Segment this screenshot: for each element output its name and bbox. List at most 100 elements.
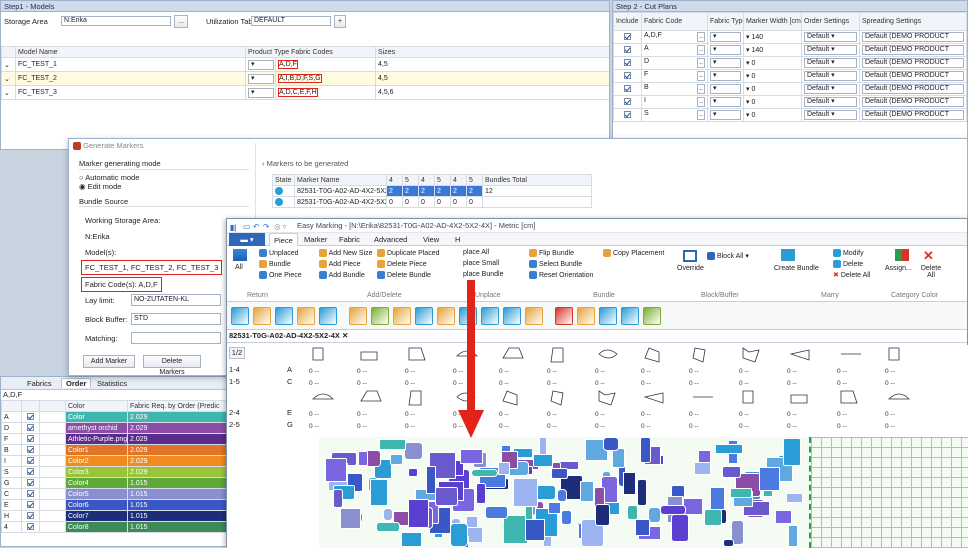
marker-piece[interactable] xyxy=(683,498,704,516)
marker-piece[interactable] xyxy=(470,469,498,478)
fabric-code-cell[interactable]: A,D,C,E,F,H xyxy=(278,88,318,97)
tab-order[interactable]: Order xyxy=(61,378,92,388)
fit-tool-icon[interactable] xyxy=(503,307,521,325)
include-checkbox[interactable] xyxy=(624,33,631,41)
fabric-code-cell[interactable]: A,D,F xyxy=(278,60,298,69)
marker-piece[interactable] xyxy=(547,502,561,514)
include-checkbox[interactable] xyxy=(624,85,631,93)
cut-tool-icon[interactable] xyxy=(437,307,455,325)
table-row[interactable]: I Color2 2.029 xyxy=(1,455,227,467)
modify-button[interactable]: Modify xyxy=(833,249,864,257)
order-settings-select[interactable]: Default ▾ xyxy=(804,110,857,120)
fabric-code-cell[interactable]: A,D,F.. xyxy=(641,30,708,44)
spreading-settings-select[interactable]: Default (DEMO PRODUCT xyxy=(862,45,964,55)
fabric-code-cell[interactable]: F.. xyxy=(641,69,708,83)
marker-width-cell[interactable]: ▾ 0 xyxy=(743,69,802,83)
marker-piece[interactable] xyxy=(648,506,661,524)
marker-width-cell[interactable]: ▾ 0 xyxy=(743,108,802,122)
marker-width-cell[interactable]: ▾ 0 xyxy=(743,82,802,96)
marker-width-cell[interactable]: ▾ 0 xyxy=(743,56,802,70)
order-settings-select[interactable]: Default ▾ xyxy=(804,32,857,42)
marker-piece[interactable] xyxy=(694,461,712,476)
marker-width-cell[interactable]: ▾ 140 xyxy=(743,43,802,57)
marker-piece[interactable] xyxy=(497,462,511,476)
include-checkbox[interactable] xyxy=(624,59,631,67)
table-row[interactable]: 82531-T0G-A02-AD-4X2-5X2-4X22222212 xyxy=(272,185,592,197)
tab-fabric[interactable]: Fabric xyxy=(339,233,360,246)
delete-all-color-button[interactable]: Delete All xyxy=(920,265,942,279)
redo-icon[interactable]: ↷ xyxy=(263,220,269,234)
marker-piece[interactable] xyxy=(561,509,573,525)
table-row[interactable]: B Color1 2.029 xyxy=(1,444,227,456)
marker-piece[interactable] xyxy=(787,524,798,547)
row-checkbox[interactable] xyxy=(27,446,34,454)
product-type-select[interactable]: ▾ xyxy=(248,73,274,84)
marker-width-cell[interactable]: ▾ 140 xyxy=(743,30,802,44)
tab-view[interactable]: View xyxy=(423,233,439,246)
order-settings-select[interactable]: Default ▾ xyxy=(804,45,857,55)
table-row[interactable]: G Color4 1.015 xyxy=(1,477,227,489)
tile-tool-icon[interactable] xyxy=(349,307,367,325)
undo-icon[interactable]: ↶ xyxy=(253,220,259,234)
file-menu-button[interactable]: ▬ ▾ xyxy=(229,233,265,246)
marker-piece[interactable] xyxy=(407,499,430,528)
marker-piece[interactable] xyxy=(595,503,611,527)
fabric-code-cell[interactable]: B.. xyxy=(641,82,708,96)
place-small-button[interactable]: place Small xyxy=(463,260,499,267)
row-checkbox[interactable] xyxy=(27,435,34,443)
select-bundle-button[interactable]: Select Bundle xyxy=(529,260,582,268)
marker-piece[interactable] xyxy=(557,488,567,503)
marker-piece[interactable] xyxy=(640,437,651,464)
table-row[interactable]: H Color7 1.015 xyxy=(1,510,227,522)
delete-all-marry-button[interactable]: ✖ Delete All xyxy=(833,271,870,279)
assign-button[interactable]: Assign... xyxy=(885,265,912,272)
radio-edit[interactable]: ◉ Edit mode xyxy=(79,182,121,191)
block-buffer-select[interactable]: STD xyxy=(131,313,221,325)
add-piece-button[interactable]: Add Piece xyxy=(319,260,360,268)
order-settings-select[interactable]: Default ▾ xyxy=(804,71,857,81)
table-row[interactable]: E Color6 1.015 xyxy=(1,499,227,511)
tab-marker[interactable]: Marker xyxy=(304,233,327,246)
all-button[interactable]: All xyxy=(235,264,243,271)
fabric-code-cell[interactable]: I.. xyxy=(641,95,708,109)
select-tool-icon[interactable] xyxy=(599,307,617,325)
table-row[interactable]: 4 Color8 1.015 xyxy=(1,521,227,533)
place-bundle-button[interactable]: place Bundle xyxy=(463,271,503,278)
fabric-code-cell[interactable]: A,I,B,D,F,S,G xyxy=(278,74,322,83)
marker-piece[interactable] xyxy=(703,508,722,526)
product-type-select[interactable]: ▾ xyxy=(248,59,274,70)
marker-piece[interactable] xyxy=(383,508,394,521)
save-icon[interactable]: ▭ xyxy=(243,220,250,234)
marker-piece[interactable] xyxy=(378,438,407,451)
fabric-type-select[interactable]: ▾ xyxy=(710,97,741,107)
block-all-button[interactable]: Block All ▾ xyxy=(707,252,749,261)
marker-piece[interactable] xyxy=(550,467,569,480)
fabric-code-cell[interactable]: A.. xyxy=(641,43,708,57)
order-settings-select[interactable]: Default ▾ xyxy=(804,58,857,68)
fabric-code-cell[interactable]: D.. xyxy=(641,56,708,70)
row-checkbox[interactable] xyxy=(27,490,34,498)
table-row[interactable]: B.. ▾ ▾ 0 Default ▾ Default (DEMO PRODUC… xyxy=(613,82,967,96)
marker-piece[interactable] xyxy=(782,437,801,466)
split-tool-icon[interactable] xyxy=(297,307,315,325)
flip-tool-icon[interactable] xyxy=(253,307,271,325)
marker-piece[interactable] xyxy=(730,487,752,499)
rotate-tool-icon[interactable] xyxy=(275,307,293,325)
marker-piece[interactable] xyxy=(532,453,554,468)
marker-piece[interactable] xyxy=(671,513,689,543)
marker-piece[interactable] xyxy=(512,478,538,508)
marker-piece[interactable] xyxy=(358,450,368,467)
delete-piece-button[interactable]: Delete Piece xyxy=(377,260,427,268)
marker-piece[interactable] xyxy=(370,478,388,506)
table-row[interactable]: D.. ▾ ▾ 0 Default ▾ Default (DEMO PRODUC… xyxy=(613,56,967,70)
radio-automatic[interactable]: ○ Automatic mode xyxy=(79,173,139,182)
marker-piece[interactable] xyxy=(400,532,423,547)
marker-piece[interactable] xyxy=(376,521,401,533)
spreading-settings-select[interactable]: Default (DEMO PRODUCT xyxy=(862,110,964,120)
marker-piece[interactable] xyxy=(450,523,468,547)
flip-bundle-button[interactable]: Flip Bundle xyxy=(529,249,574,257)
tab-advanced[interactable]: Advanced xyxy=(374,233,407,246)
row-checkbox[interactable] xyxy=(27,523,34,531)
color-tool-icon[interactable] xyxy=(643,307,661,325)
table-row[interactable]: S Color3 2.029 xyxy=(1,466,227,478)
